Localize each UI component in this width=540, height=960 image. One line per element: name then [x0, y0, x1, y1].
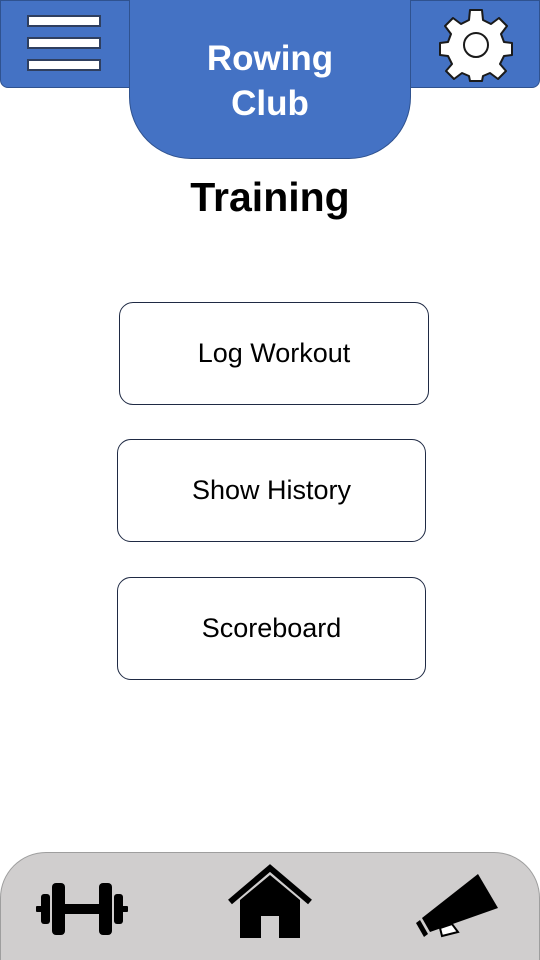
megaphone-icon: [416, 874, 498, 938]
hamburger-menu-icon: [27, 15, 101, 71]
nav-announcements-button[interactable]: [416, 870, 500, 940]
gear-icon: [439, 9, 513, 82]
home-icon: [228, 864, 312, 938]
nav-workout-button[interactable]: [36, 880, 128, 938]
dumbbell-icon: [36, 883, 128, 935]
log-workout-button[interactable]: Log Workout: [119, 302, 429, 405]
show-history-button[interactable]: Show History: [117, 439, 426, 542]
nav-home-button[interactable]: [226, 864, 314, 940]
app-title-tab: Rowing Club: [129, 0, 411, 159]
menu-button[interactable]: [26, 12, 104, 76]
scoreboard-button[interactable]: Scoreboard: [117, 577, 426, 680]
settings-button[interactable]: [438, 8, 514, 82]
app-title: Rowing Club: [206, 39, 334, 123]
page-title: Training: [190, 174, 350, 220]
